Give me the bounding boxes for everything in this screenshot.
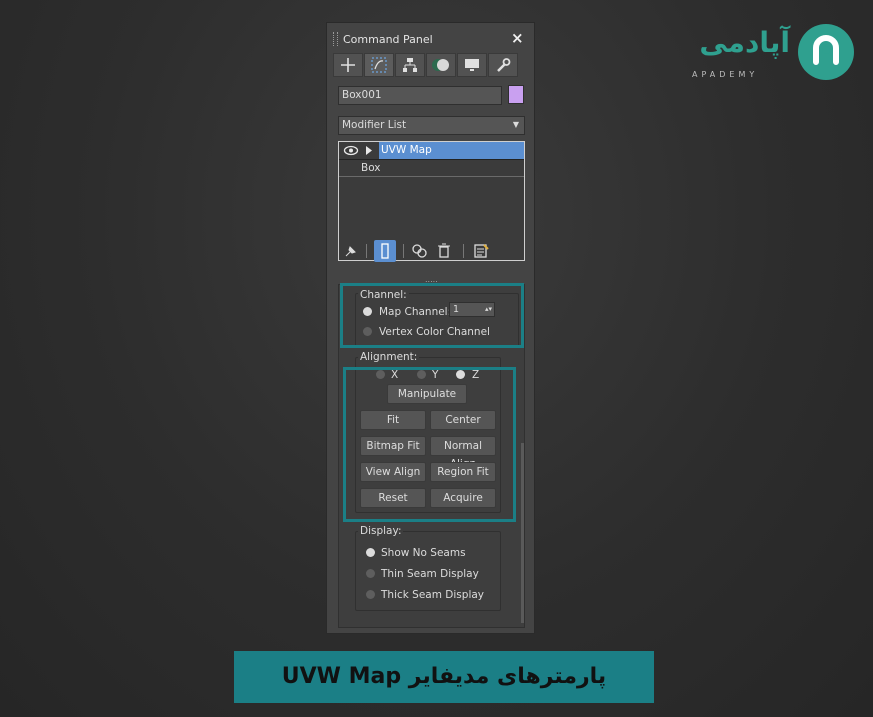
brand-name-fa: آپادمی (699, 26, 790, 59)
utilities-icon (497, 58, 511, 72)
display-icon (465, 59, 479, 71)
stack-item-label[interactable]: UVW Map (379, 142, 524, 159)
channel-highlight-box (340, 283, 524, 348)
tab-hierarchy[interactable] (395, 53, 425, 77)
modify-icon (371, 57, 387, 73)
alignment-group-title: Alignment: (358, 351, 420, 363)
panel-title: Command Panel (343, 33, 433, 46)
brand-name-en: APADEMY (692, 70, 759, 79)
tab-display[interactable] (457, 53, 487, 77)
stack-item-label[interactable]: Box (361, 161, 381, 175)
stack-divider (339, 176, 524, 177)
toolbar-separator (403, 244, 404, 258)
motion-icon (432, 59, 449, 71)
eye-icon[interactable] (343, 145, 359, 156)
drag-grip-icon[interactable] (333, 32, 338, 46)
tab-utilities[interactable] (488, 53, 518, 77)
trash-icon[interactable] (437, 243, 451, 259)
close-icon[interactable]: × (511, 29, 524, 47)
tab-modify[interactable] (364, 53, 394, 77)
create-icon (341, 58, 355, 72)
show-no-seams-radio[interactable] (366, 548, 375, 557)
pin-stack-icon[interactable] (342, 243, 358, 259)
thick-seam-label: Thick Seam Display (381, 589, 485, 601)
object-name-field[interactable]: Box001 (338, 86, 502, 105)
make-unique-icon[interactable] (411, 243, 429, 259)
expand-arrow-icon[interactable] (365, 146, 373, 155)
brand-logo-badge (798, 24, 854, 80)
thick-seam-radio[interactable] (366, 590, 375, 599)
chevron-down-icon: ▼ (512, 120, 519, 129)
tab-create[interactable] (333, 53, 363, 77)
hierarchy-icon (403, 58, 417, 72)
toolbar-separator (366, 244, 367, 258)
object-color-swatch[interactable] (508, 85, 524, 104)
show-no-seams-label: Show No Seams (381, 547, 466, 559)
thin-seam-radio[interactable] (366, 569, 375, 578)
stack-row-uvw-map[interactable]: UVW Map (339, 142, 524, 160)
tab-motion[interactable] (426, 53, 456, 77)
configure-sets-icon[interactable] (473, 243, 489, 259)
show-end-result-icon (381, 243, 389, 259)
brand-logo-icon (813, 35, 839, 65)
thin-seam-label: Thin Seam Display (381, 568, 479, 580)
title-banner: پارمترهای مدیفایر UVW Map (234, 651, 654, 703)
banner-title: پارمترهای مدیفایر UVW Map (281, 664, 607, 689)
modifier-stack[interactable]: UVW Map Box (338, 141, 525, 261)
modifier-list-label: Modifier List (342, 119, 407, 131)
toolbar-separator (463, 244, 464, 258)
display-group-title: Display: (358, 525, 404, 537)
show-end-result-button[interactable] (374, 240, 396, 262)
rollout-scrollbar[interactable] (521, 443, 524, 623)
alignment-highlight-box (343, 367, 516, 522)
modifier-list-dropdown[interactable]: Modifier List ▼ (338, 116, 525, 135)
panel-titlebar[interactable]: Command Panel × (327, 23, 534, 53)
